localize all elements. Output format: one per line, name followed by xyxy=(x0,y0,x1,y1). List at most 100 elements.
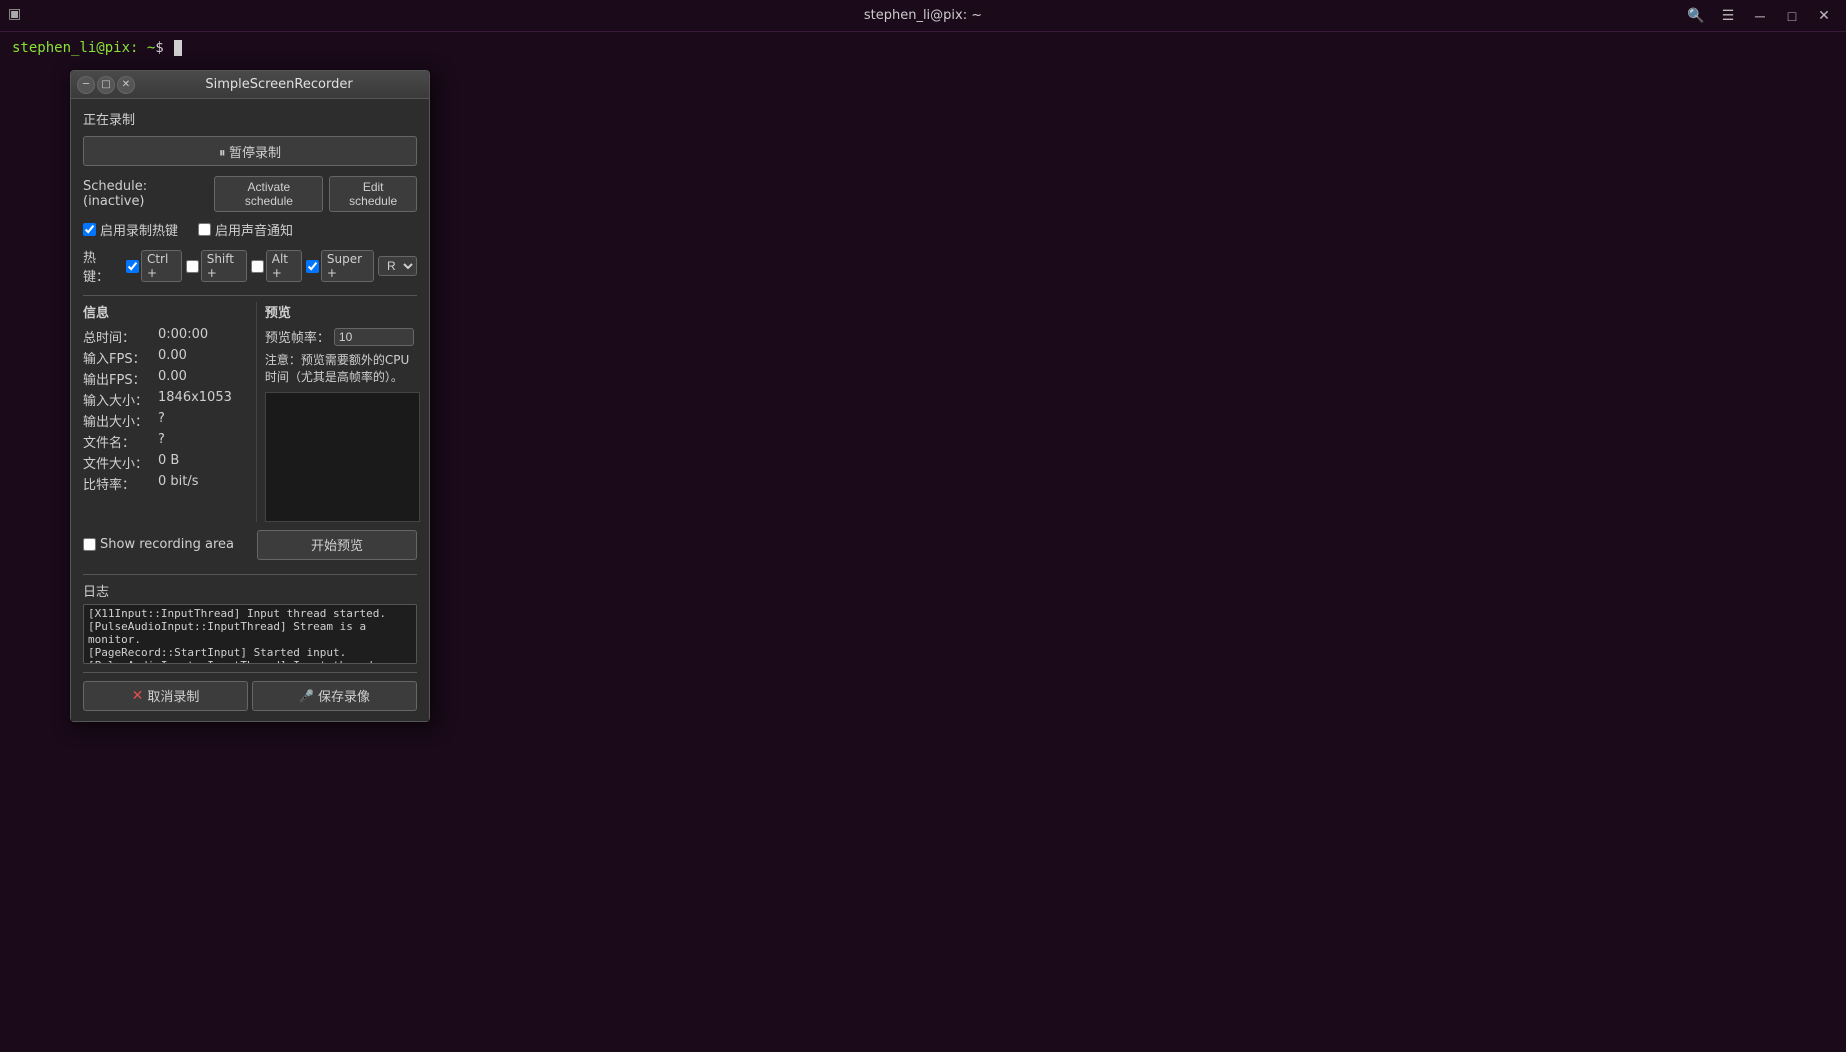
info-row-1: 输入FPS： 0.00 xyxy=(83,348,232,367)
enable-audio-notify-label: 启用声音通知 xyxy=(215,220,293,239)
info-val-6: 0 B xyxy=(158,453,179,472)
info-row-6: 文件大小： 0 B xyxy=(83,453,232,472)
preview-area xyxy=(265,392,420,522)
info-key-6: 文件大小： xyxy=(83,453,158,472)
save-btn-label: 保存录像 xyxy=(318,686,370,705)
start-preview-button[interactable]: 开始预览 xyxy=(257,530,417,560)
dialog-maximize-btn[interactable]: □ xyxy=(97,76,115,94)
enable-audio-notify-checkbox-label[interactable]: 启用声音通知 xyxy=(198,220,293,239)
hotkey-row: 热键： Ctrl + Shift + Alt + Super + R xyxy=(83,247,417,285)
maximize-button[interactable]: □ xyxy=(1778,2,1806,30)
activate-schedule-button[interactable]: Activate schedule xyxy=(214,176,323,212)
section-divider-1 xyxy=(83,295,417,296)
info-row-2: 输出FPS： 0.00 xyxy=(83,369,232,388)
cancel-icon: ✕ xyxy=(132,687,144,704)
titlebar-title: stephen_li@pix: ~ xyxy=(864,8,982,23)
info-key-7: 比特率： xyxy=(83,474,158,493)
super-checkbox[interactable] xyxy=(306,260,319,273)
info-val-7: 0 bit/s xyxy=(158,474,199,493)
alt-checkbox[interactable] xyxy=(251,260,264,273)
info-val-4: ? xyxy=(158,411,165,430)
info-val-2: 0.00 xyxy=(158,369,187,388)
info-key-1: 输入FPS： xyxy=(83,348,158,367)
enable-hotkey-label: 启用录制热键 xyxy=(100,220,178,239)
ctrl-label: Ctrl + xyxy=(141,250,182,282)
minimize-button[interactable]: ─ xyxy=(1746,2,1774,30)
log-content: [X11Input::InputThread] Input thread sta… xyxy=(88,607,412,664)
info-val-0: 0:00:00 xyxy=(158,327,208,346)
close-button[interactable]: ✕ xyxy=(1810,2,1838,30)
dialog-titlebar: ─ □ ✕ SimpleScreenRecorder xyxy=(71,71,429,99)
log-line-2: [PageRecord::StartInput] Started input. xyxy=(88,646,408,659)
hotkey-label: 热键： xyxy=(83,247,118,285)
search-button[interactable]: 🔍 xyxy=(1682,2,1710,30)
alt-label: Alt + xyxy=(266,250,302,282)
info-key-2: 输出FPS： xyxy=(83,369,158,388)
enable-audio-notify-checkbox[interactable] xyxy=(198,223,211,236)
info-row-5: 文件名： ? xyxy=(83,432,232,451)
info-row-3: 输入大小： 1846x1053 xyxy=(83,390,232,409)
menu-button[interactable]: ☰ xyxy=(1714,2,1742,30)
preview-fps-input[interactable] xyxy=(334,328,414,346)
show-recording-area-checkbox[interactable] xyxy=(83,538,96,551)
show-recording-area-label[interactable]: Show recording area xyxy=(83,537,234,552)
terminal-prompt: stephen_li@pix: ~$ xyxy=(12,40,172,56)
info-key-0: 总时间： xyxy=(83,327,158,346)
prompt-user: stephen_li@pix: xyxy=(12,40,138,56)
pause-button[interactable]: ⏸ 暂停录制 xyxy=(83,136,417,166)
shift-check[interactable]: Shift + xyxy=(186,250,247,282)
info-row-4: 输出大小： ? xyxy=(83,411,232,430)
enable-hotkey-checkbox[interactable] xyxy=(83,223,96,236)
log-line-3: [PulseAudioInput::InputThread] Input thr… xyxy=(88,659,408,664)
dialog-window-buttons: ─ □ ✕ xyxy=(77,76,135,94)
schedule-row: Schedule: (inactive) Activate schedule E… xyxy=(83,176,417,212)
shift-checkbox[interactable] xyxy=(186,260,199,273)
save-recording-button[interactable]: 🎤 保存录像 xyxy=(252,681,417,711)
prompt-symbol: $ xyxy=(155,40,172,56)
super-check[interactable]: Super + xyxy=(306,250,374,282)
edit-schedule-button[interactable]: Edit schedule xyxy=(329,176,417,212)
save-icon: 🎤 xyxy=(299,689,314,703)
info-key-3: 输入大小： xyxy=(83,390,158,409)
dialog-body: 正在录制 ⏸ 暂停录制 Schedule: (inactive) Activat… xyxy=(71,99,429,721)
alt-check[interactable]: Alt + xyxy=(251,250,302,282)
bottom-buttons: ✕ 取消录制 🎤 保存录像 xyxy=(83,672,417,711)
info-row-7: 比特率： 0 bit/s xyxy=(83,474,232,493)
terminal-content: stephen_li@pix: ~$ xyxy=(0,32,1846,64)
info-key-4: 输出大小： xyxy=(83,411,158,430)
prompt-dir: ~ xyxy=(138,40,155,56)
info-header: 信息 xyxy=(83,302,232,321)
terminal-icon: ▣ xyxy=(8,6,28,26)
schedule-status: Schedule: (inactive) xyxy=(83,179,208,209)
ctrl-check[interactable]: Ctrl + xyxy=(126,250,182,282)
ctrl-checkbox[interactable] xyxy=(126,260,139,273)
enable-hotkey-checkbox-label[interactable]: 启用录制热键 xyxy=(83,220,178,239)
cancel-recording-button[interactable]: ✕ 取消录制 xyxy=(83,681,248,711)
preview-header: 预览 xyxy=(265,302,420,321)
info-row-0: 总时间： 0:00:00 xyxy=(83,327,232,346)
checkboxes-row: 启用录制热键 启用声音通知 xyxy=(83,220,417,239)
hotkey-key-select[interactable]: R xyxy=(378,256,417,276)
dialog-close-btn[interactable]: ✕ xyxy=(117,76,135,94)
log-line-0: [X11Input::InputThread] Input thread sta… xyxy=(88,607,408,620)
log-section: 日志 [X11Input::InputThread] Input thread … xyxy=(83,581,417,664)
info-val-5: ? xyxy=(158,432,165,451)
show-recording-area-text: Show recording area xyxy=(100,537,234,552)
recording-status: 正在录制 xyxy=(83,109,417,128)
terminal-cursor xyxy=(174,40,182,56)
shift-label: Shift + xyxy=(201,250,247,282)
super-label: Super + xyxy=(321,250,374,282)
ssr-dialog: ─ □ ✕ SimpleScreenRecorder 正在录制 ⏸ 暂停录制 S… xyxy=(70,70,430,722)
info-key-5: 文件名： xyxy=(83,432,158,451)
dialog-minimize-btn[interactable]: ─ xyxy=(77,76,95,94)
preview-fps-label: 预览帧率： xyxy=(265,327,330,346)
info-val-3: 1846x1053 xyxy=(158,390,232,409)
log-line-1: [PulseAudioInput::InputThread] Stream is… xyxy=(88,620,408,646)
info-preview-row: 信息 总时间： 0:00:00 输入FPS： 0.00 输出FPS： 0.00 … xyxy=(83,302,417,522)
info-val-1: 0.00 xyxy=(158,348,187,367)
section-divider-2 xyxy=(83,574,417,575)
titlebar-controls: 🔍 ☰ ─ □ ✕ xyxy=(1682,2,1838,30)
titlebar-left: ▣ xyxy=(8,6,28,26)
log-area[interactable]: [X11Input::InputThread] Input thread sta… xyxy=(83,604,417,664)
preview-fps-row: 预览帧率： xyxy=(265,327,420,346)
